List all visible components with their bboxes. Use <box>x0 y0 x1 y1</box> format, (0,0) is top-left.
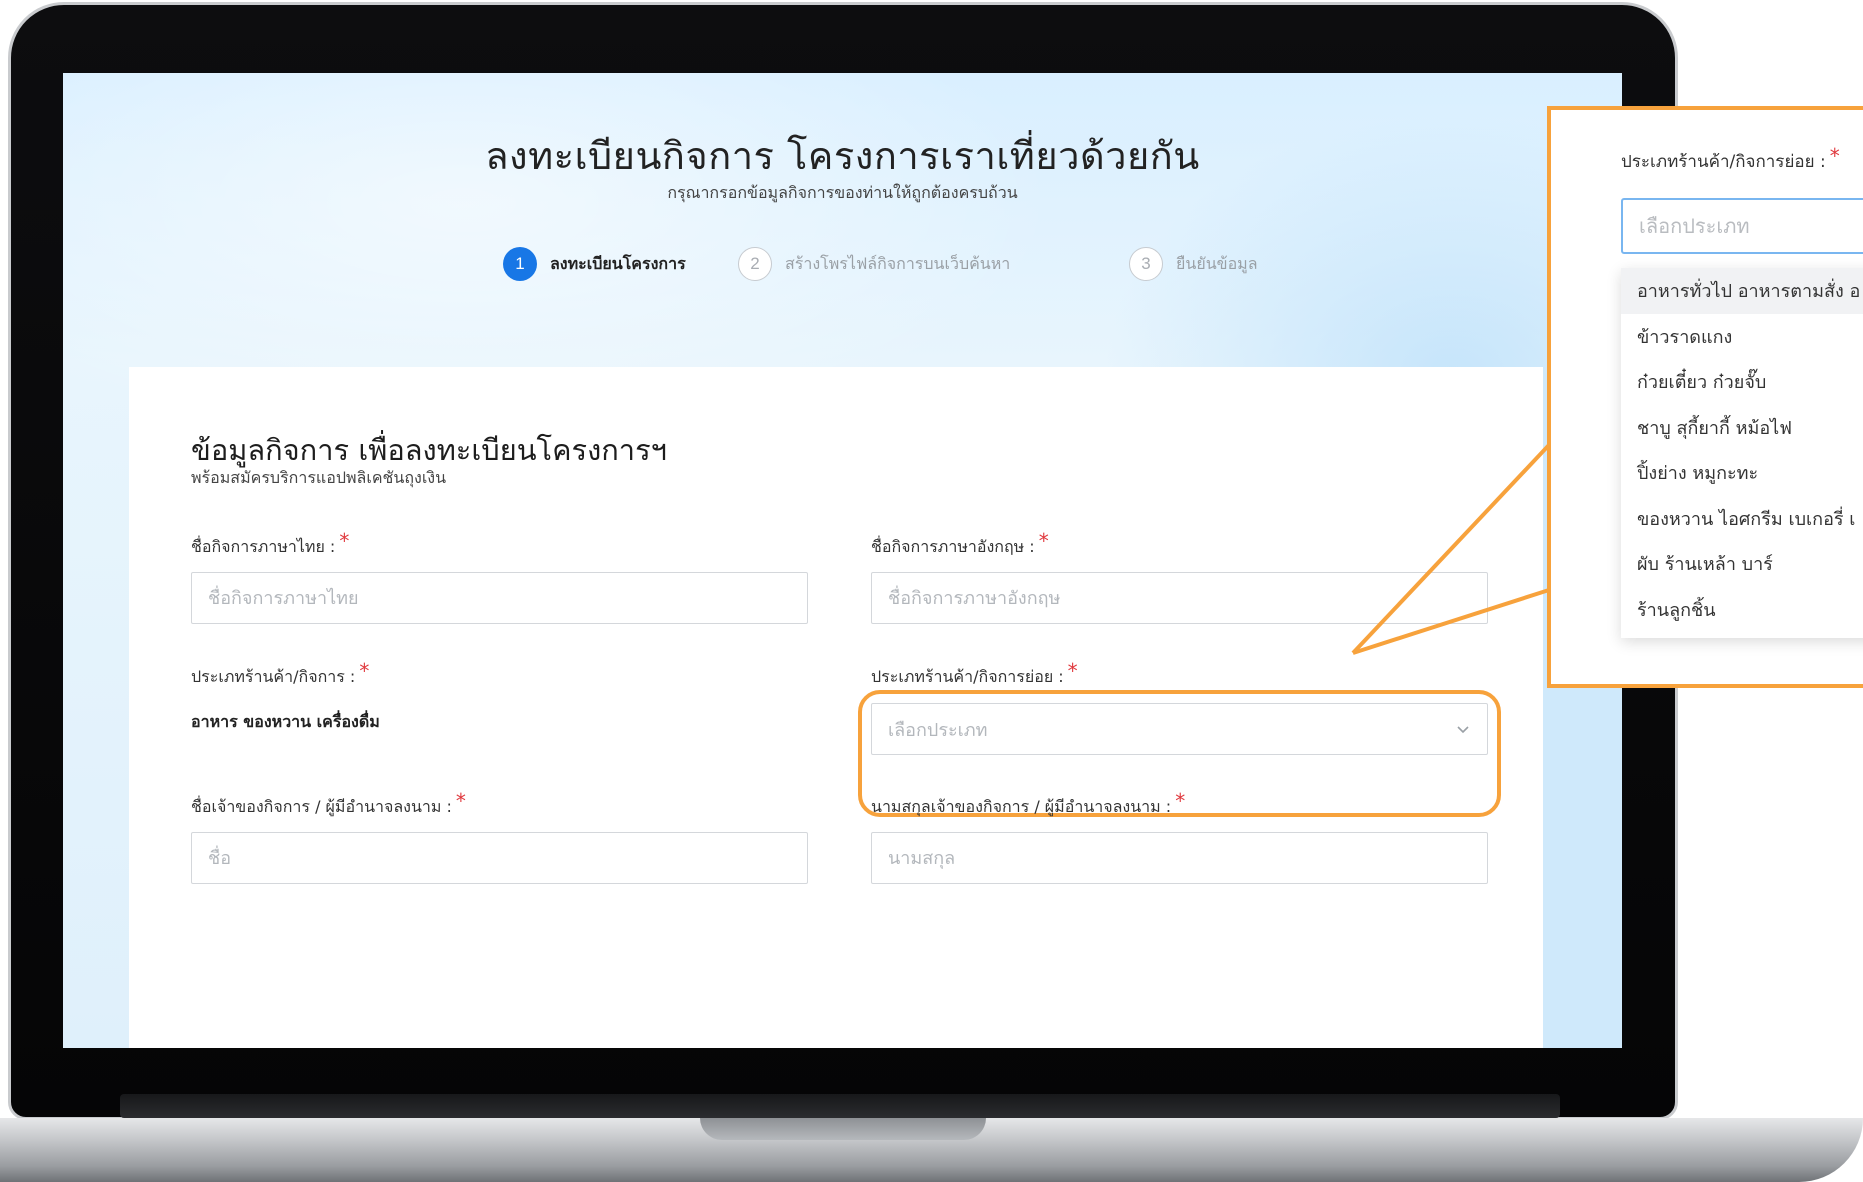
required-mark: * <box>339 529 350 553</box>
step-label: ลงทะเบียนโครงการ <box>550 253 686 273</box>
required-mark: * <box>1038 529 1049 553</box>
business-name-th-label: ชื่อกิจการภาษาไทย : * <box>191 529 350 556</box>
step-1[interactable]: 1 ลงทะเบียนโครงการ <box>503 246 686 282</box>
business-type-value: อาหาร ของหวาน เครื่องดื่ม <box>191 712 380 731</box>
owner-last-name-label: นามสกุลเจ้าของกิจการ / ผู้มีอำนาจลงนาม :… <box>871 789 1186 816</box>
step-label: ยืนยันข้อมูล <box>1176 253 1258 273</box>
owner-first-name-label: ชื่อเจ้าของกิจการ / ผู้มีอำนาจลงนาม : * <box>191 789 466 816</box>
dropdown-option[interactable]: ข้าวราดแกง <box>1621 314 1863 360</box>
owner-last-name-input[interactable] <box>871 832 1488 884</box>
business-subtype-label: ประเภทร้านค้า/กิจการย่อย : * <box>871 659 1078 686</box>
step-number-badge: 1 <box>503 247 537 281</box>
subtype-dropdown-menu: อาหารทั่วไป อาหารตามสั่ง อ ข้าวราดแกง ก๋… <box>1621 268 1863 638</box>
callout-subtype-select[interactable]: เลือกประเภท <box>1621 198 1863 254</box>
dropdown-option[interactable]: ร้านลูกชิ้น <box>1621 587 1863 633</box>
required-mark: * <box>455 789 466 813</box>
business-name-th-input[interactable] <box>191 572 808 624</box>
step-number-badge: 3 <box>1129 247 1163 281</box>
laptop-notch <box>700 1118 986 1140</box>
step-3[interactable]: 3 ยืนยันข้อมูล <box>1129 246 1258 282</box>
zoom-callout: ประเภทร้านค้า/กิจการย่อย : * เลือกประเภท … <box>1547 106 1863 688</box>
dropdown-option[interactable]: ผับ ร้านเหล้า บาร์ <box>1621 541 1863 587</box>
dropdown-option[interactable]: ของหวาน ไอศกรีม เบเกอรี่ เ <box>1621 496 1863 542</box>
step-2[interactable]: 2 สร้างโพรไฟล์กิจการบนเว็บค้นหา <box>738 246 1010 282</box>
select-placeholder: เลือกประเภท <box>1639 214 1750 238</box>
laptop-screen: ลงทะเบียนกิจการ โครงการเราเที่ยวด้วยกัน … <box>63 73 1622 1048</box>
required-mark: * <box>359 659 370 683</box>
registration-form-card: ข้อมูลกิจการ เพื่อลงทะเบียนโครงการฯ พร้อ… <box>129 367 1543 1048</box>
page-title: ลงทะเบียนกิจการ โครงการเราเที่ยวด้วยกัน <box>485 134 1200 178</box>
dropdown-option[interactable]: ก๋วยเตี๋ยว ก๋วยจั๊บ <box>1621 359 1863 405</box>
step-label: สร้างโพรไฟล์กิจการบนเว็บค้นหา <box>785 253 1011 273</box>
page-subtitle: กรุณากรอกข้อมูลกิจการของท่านให้ถูกต้องคร… <box>667 183 1018 202</box>
owner-first-name-input[interactable] <box>191 832 808 884</box>
business-type-label: ประเภทร้านค้า/กิจการ : * <box>191 659 370 686</box>
section-subtitle: พร้อมสมัครบริการแอปพลิเคชันถุงเงิน <box>191 468 447 487</box>
step-number-badge: 2 <box>738 247 772 281</box>
callout-label: ประเภทร้านค้า/กิจการย่อย : * <box>1621 144 1840 172</box>
required-mark: * <box>1067 659 1078 683</box>
required-mark: * <box>1829 144 1840 168</box>
registration-stepper: 1 ลงทะเบียนโครงการ 2 สร้างโพรไฟล์กิจการบ… <box>503 246 1303 282</box>
dropdown-option[interactable]: ชาบู สุกี้ยากี้ หม้อไฟ <box>1621 405 1863 451</box>
business-name-en-label: ชื่อกิจการภาษาอังกฤษ : * <box>871 529 1049 556</box>
dropdown-option[interactable]: ปิ้งย่าง หมูกะทะ <box>1621 450 1863 496</box>
dropdown-option[interactable]: อาหารทั่วไป อาหารตามสั่ง อ <box>1621 268 1863 314</box>
laptop-hinge <box>120 1094 1560 1118</box>
required-mark: * <box>1175 789 1186 813</box>
business-name-en-input[interactable] <box>871 572 1488 624</box>
